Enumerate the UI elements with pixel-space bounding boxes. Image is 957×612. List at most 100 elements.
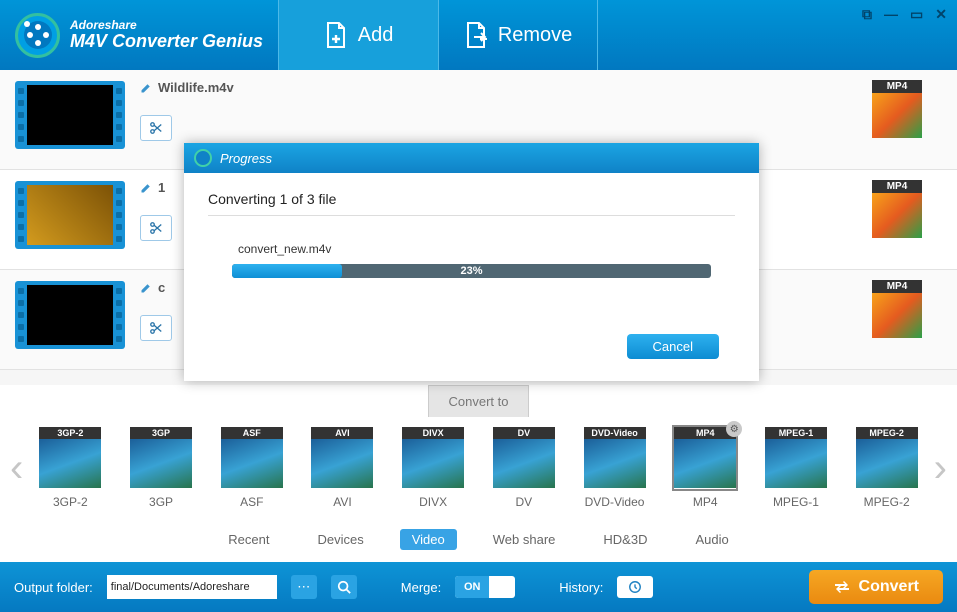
history-button[interactable] (617, 576, 653, 598)
thumbnail (15, 81, 125, 149)
output-format-badge[interactable]: MP4 (872, 180, 922, 240)
merge-on-label: ON (455, 576, 489, 598)
scissors-icon (149, 121, 163, 135)
output-folder-label: Output folder: (14, 580, 93, 595)
convert-label: Convert (859, 578, 919, 596)
format-label: DIVX (419, 495, 447, 509)
format-card: DV (493, 427, 555, 489)
format-card: DVD-Video (584, 427, 646, 489)
minimize-icon[interactable]: — (884, 6, 898, 23)
format-card: 3GP-2 (39, 427, 101, 489)
format-card: MPEG-2 (856, 427, 918, 489)
format-avi[interactable]: AVI AVI (311, 427, 373, 509)
merge-label: Merge: (401, 580, 441, 595)
tab-recent[interactable]: Recent (216, 529, 281, 550)
formats-prev-arrow[interactable]: ‹ (8, 446, 25, 491)
convert-icon (833, 578, 851, 596)
progress-bar: 23% (232, 264, 711, 278)
format-card: ASF (221, 427, 283, 489)
tab-audio[interactable]: Audio (683, 529, 740, 550)
browse-folder-button[interactable]: ⋯ (291, 575, 317, 599)
trim-button[interactable] (140, 315, 172, 341)
progress-file-name: convert_new.m4v (238, 242, 735, 256)
format-label: 3GP (149, 495, 173, 509)
progress-heading: Converting 1 of 3 file (208, 191, 735, 216)
format-divx[interactable]: DIVX DIVX (402, 427, 464, 509)
tab-web-share[interactable]: Web share (481, 529, 568, 550)
format-label: DVD-Video (585, 495, 645, 509)
format-grid: 3GP-23GP-23GP3GPASFASFAVIAVIDIVXDIVXDVDV… (39, 427, 917, 509)
format-label: DV (516, 495, 533, 509)
progress-dialog: Progress Converting 1 of 3 file convert_… (184, 143, 759, 381)
edit-icon[interactable] (140, 282, 152, 294)
scissors-icon (149, 321, 163, 335)
tab-devices[interactable]: Devices (305, 529, 375, 550)
format-3gp-2[interactable]: 3GP-2 3GP-2 (39, 427, 101, 509)
dialog-logo-icon (194, 149, 212, 167)
format-label: MP4 (693, 495, 718, 509)
tab-video[interactable]: Video (400, 529, 457, 550)
format-card: MPEG-1 (765, 427, 827, 489)
clock-icon (628, 580, 642, 594)
file-name: 1 (158, 180, 165, 195)
format-card: DIVX (402, 427, 464, 489)
formats-next-arrow[interactable]: › (932, 446, 949, 491)
trim-button[interactable] (140, 115, 172, 141)
format-mp4[interactable]: MP4⚙ MP4 (674, 427, 736, 509)
format-label: MPEG-2 (864, 495, 910, 509)
tab-hd-3d[interactable]: HD&3D (591, 529, 659, 550)
format-3gp[interactable]: 3GP3GP (130, 427, 192, 509)
dialog-title: Progress (220, 151, 272, 166)
trim-button[interactable] (140, 215, 172, 241)
footer-bar: Output folder: final/Documents/Adoreshar… (0, 562, 957, 612)
scissors-icon (149, 221, 163, 235)
format-card: MP4⚙ (674, 427, 736, 489)
merge-toggle[interactable]: ON (455, 576, 515, 598)
remove-button[interactable]: Remove (438, 0, 598, 70)
brand-name: Adoreshare (70, 19, 263, 32)
thumbnail (15, 181, 125, 249)
format-label: ASF (240, 495, 263, 509)
search-icon (337, 580, 351, 594)
file-name: c (158, 280, 165, 295)
app-logo: Adoreshare M4V Converter Genius (0, 13, 278, 58)
format-card: 3GP (130, 427, 192, 489)
app-header: Adoreshare M4V Converter Genius Add Remo… (0, 0, 957, 70)
remove-file-icon (464, 21, 488, 49)
add-file-icon (324, 21, 348, 49)
format-mpeg-1[interactable]: MPEG-1 MPEG-1 (765, 427, 827, 509)
open-folder-button[interactable] (331, 575, 357, 599)
add-button[interactable]: Add (278, 0, 438, 70)
format-dvd-video[interactable]: DVD-Video DVD-Video (584, 427, 646, 509)
category-tabs: Recent Devices Video Web share HD&3D Aud… (0, 519, 957, 562)
format-mpeg-2[interactable]: MPEG-2 MPEG-2 (856, 427, 918, 509)
history-label: History: (559, 580, 603, 595)
output-format-badge[interactable]: MP4 (872, 280, 922, 340)
maximize-icon[interactable]: ▭ (910, 6, 923, 23)
convert-to-panel: Convert to ‹ 3GP-23GP-23GP3GPASFASFAVIAV… (0, 385, 957, 562)
format-dv[interactable]: DV DV (493, 427, 555, 509)
format-label: AVI (333, 495, 351, 509)
output-folder-input[interactable]: final/Documents/Adoreshare (107, 575, 277, 599)
format-label: MPEG-1 (773, 495, 819, 509)
file-name: Wildlife.m4v (158, 80, 234, 95)
convert-to-tab: Convert to (428, 385, 530, 417)
convert-button[interactable]: Convert (809, 570, 943, 604)
thumbnail (15, 281, 125, 349)
gear-icon[interactable]: ⚙ (726, 421, 742, 437)
remove-label: Remove (498, 24, 572, 47)
dialog-titlebar[interactable]: Progress (184, 143, 759, 173)
format-card: AVI (311, 427, 373, 489)
progress-percent: 23% (232, 264, 711, 278)
format-label: 3GP-2 (53, 495, 88, 509)
format-asf[interactable]: ASF ASF (221, 427, 283, 509)
window-controls: ⧉ — ▭ ✕ (862, 6, 947, 23)
logo-icon (15, 13, 60, 58)
edit-icon[interactable] (140, 182, 152, 194)
cancel-button[interactable]: Cancel (627, 334, 719, 359)
output-format-badge[interactable]: MP4 (872, 80, 922, 140)
edit-icon[interactable] (140, 82, 152, 94)
skin-icon[interactable]: ⧉ (862, 6, 872, 23)
close-icon[interactable]: ✕ (935, 6, 947, 23)
add-label: Add (358, 24, 394, 47)
